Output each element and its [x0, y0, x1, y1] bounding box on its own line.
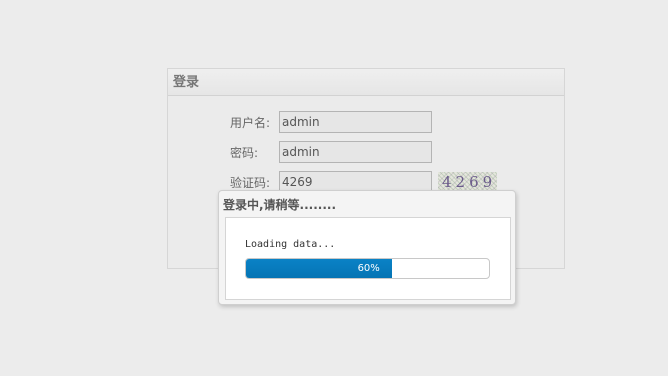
loading-message: Loading data...: [245, 239, 336, 250]
password-input[interactable]: [279, 141, 432, 163]
progress-label: 60%: [357, 263, 380, 274]
username-input[interactable]: [279, 111, 432, 133]
username-label: 用户名:: [230, 116, 271, 130]
captcha-image[interactable]: 4269: [438, 172, 497, 192]
loading-dialog: 登录中,请稍等........ Loading data... 60%: [218, 190, 516, 305]
password-label: 密码:: [230, 146, 259, 160]
loading-dialog-body: Loading data... 60%: [225, 217, 511, 300]
progress-fill: 60%: [246, 259, 392, 278]
progress-bar: 60%: [245, 258, 490, 279]
captcha-label: 验证码:: [230, 176, 271, 190]
login-panel-title: 登录: [168, 69, 564, 96]
page: 登录 用户名: 密码: 验证码: 4269 登录中,请稍等........ Lo…: [0, 0, 668, 376]
loading-dialog-title: 登录中,请稍等........: [223, 198, 337, 212]
